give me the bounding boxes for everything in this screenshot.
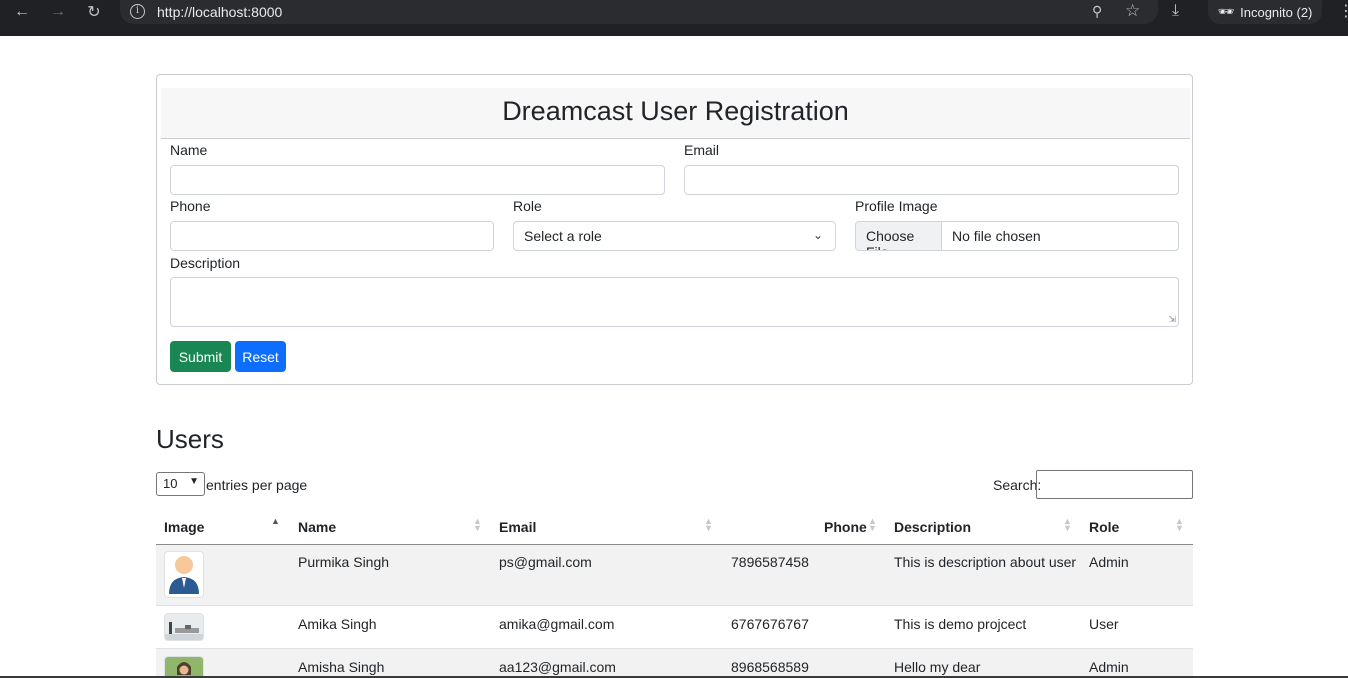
user-role: Admin [1089, 554, 1129, 570]
search-input[interactable] [1036, 470, 1193, 499]
entries-per-page-label: entries per page [206, 477, 308, 493]
sort-icon[interactable]: ▲ ▼ [868, 517, 877, 533]
column-header-role[interactable]: Role [1089, 519, 1119, 535]
user-email: amika@gmail.com [499, 616, 615, 632]
user-phone: 7896587458 [731, 554, 809, 570]
incognito-icon: 🕶 [1217, 4, 1235, 19]
entries-per-page-select[interactable]: 10 ▼ [156, 472, 205, 496]
sort-icon[interactable]: ▲ ▼ [473, 517, 482, 533]
column-header-description[interactable]: Description [894, 519, 971, 535]
user-email: ps@gmail.com [499, 554, 592, 570]
phone-label: Phone [170, 198, 211, 214]
sort-ascending-icon[interactable]: ▲ ▼ [271, 517, 280, 533]
user-description: This is demo projcect [894, 616, 1027, 632]
incognito-button[interactable]: 🕶 Incognito (2) [1208, 0, 1322, 24]
user-photo-thumbnail [164, 613, 204, 641]
zoom-icon[interactable]: ⚲ [1092, 3, 1102, 20]
url-text: http://localhost:8000 [157, 4, 283, 20]
user-name: Amisha Singh [298, 659, 385, 675]
resize-grip-icon[interactable]: ⇲ [1168, 314, 1176, 325]
profile-image-label: Profile Image [855, 198, 938, 214]
name-input[interactable] [170, 165, 665, 195]
download-icon[interactable]: ⤓ [1172, 2, 1179, 20]
reset-button[interactable]: Reset [235, 341, 286, 372]
role-label: Role [513, 198, 542, 214]
forward-arrow-icon[interactable]: → [46, 0, 70, 24]
role-select[interactable]: Select a role ⌄ [513, 221, 836, 251]
user-role: User [1089, 616, 1119, 632]
user-description: Hello my dear [894, 659, 981, 675]
sort-icon[interactable]: ▲ ▼ [1063, 517, 1072, 533]
phone-input[interactable] [170, 221, 494, 251]
column-header-image[interactable]: Image [164, 519, 204, 535]
no-file-text: No file chosen [952, 228, 1041, 244]
back-arrow-icon[interactable]: ← [10, 0, 34, 24]
email-input[interactable] [684, 165, 1179, 195]
choose-file-button[interactable]: Choose File [856, 222, 942, 250]
more-menu-icon[interactable]: ⋮ [1338, 1, 1348, 21]
user-description: This is description about user [894, 554, 1077, 570]
users-heading: Users [156, 424, 224, 454]
column-header-email[interactable]: Email [499, 519, 536, 535]
search-label: Search: [993, 477, 1042, 493]
sort-icon[interactable]: ▲ ▼ [704, 517, 713, 533]
site-info-icon[interactable]: i [130, 4, 145, 19]
user-role: Admin [1089, 659, 1129, 675]
chevron-down-icon: ▼ [189, 476, 199, 487]
user-photo-thumbnail [164, 656, 204, 678]
column-header-name[interactable]: Name [298, 519, 336, 535]
submit-button[interactable]: Submit [170, 341, 231, 372]
email-label: Email [684, 142, 720, 158]
description-textarea[interactable]: ⇲ [170, 277, 1179, 327]
description-label: Description [170, 255, 241, 271]
user-avatar-icon [164, 551, 204, 598]
user-name: Purmika Singh [298, 554, 390, 570]
role-selected-value: Select a role [524, 228, 602, 244]
profile-image-input[interactable]: Choose File No file chosen [855, 221, 1179, 251]
user-phone: 6767676767 [731, 616, 809, 632]
card-header: Dreamcast User Registration [161, 88, 1190, 139]
bookmark-star-icon[interactable]: ☆ [1125, 1, 1140, 21]
sort-icon[interactable]: ▲ ▼ [1175, 517, 1184, 533]
chevron-down-icon: ⌄ [812, 228, 823, 242]
name-label: Name [170, 142, 208, 158]
browser-toolbar: ← → ↻ i http://localhost:8000 ⚲ ☆ ⤓ 🕶 In… [0, 0, 1348, 36]
reload-icon[interactable]: ↻ [82, 0, 106, 24]
incognito-label: Incognito (2) [1240, 4, 1313, 20]
page-title: Dreamcast User Registration [502, 96, 849, 126]
user-email: aa123@gmail.com [499, 659, 616, 675]
entries-value: 10 [163, 476, 178, 491]
user-name: Amika Singh [298, 616, 377, 632]
address-bar[interactable]: i http://localhost:8000 ⚲ ☆ [120, 0, 1158, 24]
column-header-phone[interactable]: Phone [824, 519, 867, 535]
user-phone: 8968568589 [731, 659, 809, 675]
